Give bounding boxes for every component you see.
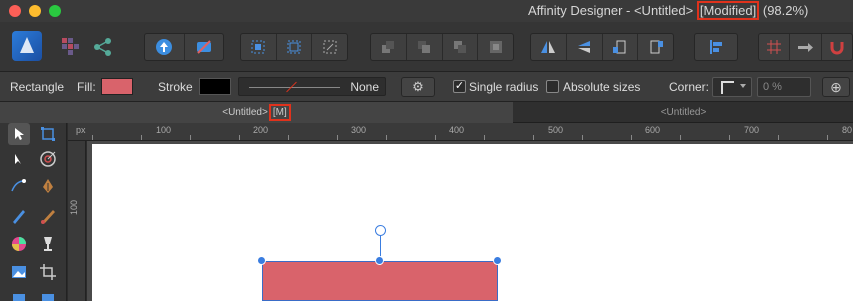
stroke-width-value: None	[350, 80, 379, 94]
ruler-label: 700	[744, 125, 760, 135]
absolute-sizes-checkbox[interactable]	[546, 80, 559, 93]
corner-label: Corner:	[669, 80, 710, 94]
tab-label: <Untitled>	[222, 107, 268, 118]
stroke-settings-button[interactable]: ⚙	[401, 77, 435, 97]
window-title-name: Affinity Designer - <Untitled>	[528, 3, 694, 18]
single-radius-label: Single radius	[469, 80, 539, 94]
view-group	[758, 33, 853, 61]
ruler-unit: px	[76, 125, 86, 135]
grid-icon[interactable]	[759, 34, 791, 60]
transparency-tool-icon[interactable]	[37, 233, 59, 255]
minimize-window-button[interactable]	[29, 5, 41, 17]
document-tabs: <Untitled> [M] <Untitled>	[0, 102, 853, 123]
single-radius-checkbox[interactable]: ✓	[453, 80, 466, 93]
pixel-persona-icon[interactable]	[60, 36, 82, 58]
rotation-handle[interactable]	[375, 225, 386, 236]
selected-rectangle-shape[interactable]	[262, 261, 498, 301]
transform-group	[530, 33, 674, 61]
move-to-back-icon[interactable]	[371, 34, 407, 60]
ruler-label: 100	[156, 125, 172, 135]
main-toolbar	[0, 22, 853, 72]
crop-tool-icon[interactable]	[37, 261, 59, 283]
magnet-icon[interactable]	[822, 34, 852, 60]
assistant-button[interactable]	[145, 34, 185, 60]
tab-untitled-active[interactable]: <Untitled> [M]	[0, 102, 513, 123]
ruler-label: 600	[645, 125, 661, 135]
fill-tool-icon[interactable]	[8, 233, 30, 255]
rotate-left-icon[interactable]	[603, 34, 639, 60]
tab-untitled-inactive[interactable]: <Untitled>	[514, 102, 853, 123]
shape-tool-icon[interactable]	[37, 287, 59, 301]
absolute-sizes-label: Absolute sizes	[563, 80, 641, 94]
selection-handle-top-center[interactable]	[375, 256, 384, 265]
move-back-one-icon[interactable]	[407, 34, 443, 60]
title-bar: Affinity Designer - <Untitled> [Modified…	[0, 0, 853, 22]
export-persona-icon[interactable]	[92, 36, 114, 58]
vertical-ruler[interactable]: 100	[68, 141, 86, 301]
flip-vertical-icon[interactable]	[567, 34, 603, 60]
flip-horizontal-icon[interactable]	[531, 34, 567, 60]
ruler-label: 500	[548, 125, 564, 135]
snap-grid-icon[interactable]	[241, 34, 277, 60]
place-image-icon[interactable]	[8, 261, 30, 283]
node-tool-icon[interactable]	[8, 148, 30, 170]
fill-label: Fill:	[77, 80, 96, 94]
zoom-level: (98.2%)	[762, 3, 809, 18]
unlink-button[interactable]	[185, 34, 224, 60]
stroke-label: Stroke	[158, 80, 193, 94]
move-to-front-icon[interactable]	[478, 34, 513, 60]
pen-tool-icon[interactable]	[8, 175, 30, 197]
move-tool-icon[interactable]	[8, 123, 30, 145]
crosshair-icon[interactable]: ⊕	[822, 77, 850, 97]
pencil-tool-icon[interactable]	[8, 205, 30, 227]
selection-handle-top-left[interactable]	[257, 256, 266, 265]
align-icon[interactable]	[695, 34, 737, 60]
close-window-button[interactable]	[9, 5, 21, 17]
stroke-width-slider[interactable]: None	[238, 77, 386, 96]
zoom-window-button[interactable]	[49, 5, 61, 17]
window-title: Affinity Designer - <Untitled> [Modified…	[528, 1, 809, 20]
corner-type-dropdown[interactable]	[712, 77, 752, 97]
context-toolbar: Rectangle Fill: Stroke None ⚙ ✓ Single r…	[0, 72, 853, 102]
arrange-group	[370, 33, 514, 61]
brush-tool-icon[interactable]	[37, 205, 59, 227]
share-group	[144, 33, 224, 61]
ruler-label: 80	[842, 125, 853, 135]
snapping-toggle-icon[interactable]	[790, 34, 822, 60]
pen-nib-icon[interactable]	[37, 175, 59, 197]
horizontal-ruler[interactable]: px 100 200 300 400 500 600 700 80	[68, 123, 853, 141]
align-group	[694, 33, 738, 61]
snap-bounds-icon[interactable]	[277, 34, 313, 60]
ruler-label: 200	[253, 125, 269, 135]
snap-transform-icon[interactable]	[312, 34, 347, 60]
selection-handle-top-right[interactable]	[493, 256, 502, 265]
tools-panel	[0, 123, 67, 301]
artboard-tool-icon[interactable]	[37, 123, 59, 145]
corner-percent-field[interactable]: 0 %	[757, 77, 811, 97]
move-forward-one-icon[interactable]	[443, 34, 479, 60]
rectangle-tool-icon[interactable]	[8, 287, 30, 301]
rotate-right-icon[interactable]	[638, 34, 673, 60]
modified-indicator: [Modified]	[696, 1, 760, 20]
target-icon[interactable]	[37, 148, 59, 170]
tab-modified-badge: [M]	[268, 104, 291, 121]
ruler-label: 100	[69, 199, 79, 215]
ruler-label: 300	[351, 125, 367, 135]
snapping-group	[240, 33, 348, 61]
tab-label: <Untitled>	[660, 107, 707, 118]
gear-icon: ⚙	[412, 79, 424, 94]
ruler-label: 400	[449, 125, 465, 135]
designer-persona-icon[interactable]	[12, 31, 42, 61]
stroke-swatch[interactable]	[199, 78, 231, 95]
fill-swatch[interactable]	[101, 78, 133, 95]
tool-name-label: Rectangle	[10, 80, 65, 94]
